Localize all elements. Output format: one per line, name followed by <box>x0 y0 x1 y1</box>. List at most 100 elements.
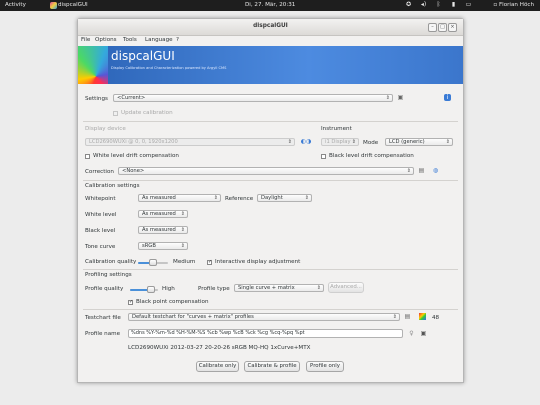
black-point-label: Black point compensation <box>136 299 209 305</box>
display-icon[interactable]: ▭ <box>465 1 472 9</box>
maximize-button[interactable]: □ <box>438 23 447 32</box>
black-drift-label: Black level drift compensation <box>329 153 414 159</box>
app-icon <box>50 2 57 9</box>
accessibility-icon[interactable]: ✪ <box>405 1 412 9</box>
chevron-updown-icon: ⇕ <box>316 285 321 291</box>
profile-name-label: Profile name <box>85 331 121 337</box>
activities-button[interactable]: Activity <box>5 2 26 8</box>
black-point-checkbox[interactable]: ✓ <box>128 300 133 305</box>
white-drift-checkbox[interactable] <box>85 154 90 159</box>
separator <box>83 121 458 122</box>
profile-name-input[interactable]: %dns %Y-%m-%d %H-%M-%S %cb %wp %cB %ck %… <box>128 329 403 338</box>
banner-title: dispcalGUI <box>111 49 175 63</box>
tone-curve-select[interactable]: sRGB ⇕ <box>138 242 188 250</box>
testchart-editor-icon[interactable] <box>419 313 426 320</box>
clock[interactable]: Di, 27. Mär, 20:31 <box>245 2 295 8</box>
chevron-updown-icon: ⇕ <box>351 139 356 145</box>
lightbulb-icon[interactable]: ♀ <box>408 330 415 337</box>
correction-select[interactable]: <None> ⇕ <box>118 167 414 175</box>
display-device-select[interactable]: LCD2690WUXi @ 0, 0, 1920x1200 ⇕ <box>85 138 295 146</box>
profile-quality-handle[interactable] <box>147 286 155 293</box>
black-drift-checkbox[interactable] <box>321 154 326 159</box>
app-menu[interactable]: dispcalGUI <box>58 2 88 8</box>
white-level-value: As measured <box>142 211 176 217</box>
volume-icon[interactable]: ◂) <box>420 1 427 9</box>
profile-quality-value: High <box>162 286 175 292</box>
user-menu[interactable]: ▫ Florian Höch <box>493 2 534 8</box>
update-calibration-checkbox[interactable] <box>113 111 118 116</box>
instrument-value: i1 Display <box>325 139 351 145</box>
patch-count: 48 <box>432 315 440 321</box>
chevron-updown-icon: ⇕ <box>213 195 218 201</box>
mode-value: LCD (generic) <box>389 139 425 145</box>
menu-tools[interactable]: Tools <box>123 37 137 43</box>
whitepoint-value: As measured <box>142 195 176 201</box>
interactive-adjustment-label: Interactive display adjustment <box>215 259 301 265</box>
minimize-button[interactable]: – <box>428 23 437 32</box>
reference-select[interactable]: Daylight ⇕ <box>257 194 312 202</box>
battery-icon[interactable]: ▮ <box>450 1 457 9</box>
folder-icon[interactable]: ▤ <box>418 167 425 174</box>
save-icon[interactable]: ▣ <box>397 94 404 101</box>
chevron-updown-icon: ⇕ <box>287 139 292 145</box>
advanced-button[interactable]: Advanced... <box>328 282 364 293</box>
download-icon[interactable]: ◍ <box>432 167 439 174</box>
mode-select[interactable]: LCD (generic) ⇕ <box>385 138 453 146</box>
separator <box>83 180 458 181</box>
calibration-quality-handle[interactable] <box>149 259 157 266</box>
menu-help[interactable]: ? <box>176 37 179 43</box>
menu-bar: File Options Tools Language ? <box>78 36 463 45</box>
folder-icon[interactable]: ▤ <box>404 313 411 320</box>
identify-displays-icon[interactable]: ◐◑ <box>300 138 312 145</box>
profile-quality-slider[interactable] <box>130 286 158 293</box>
close-button[interactable]: × <box>448 23 457 32</box>
black-level-select[interactable]: As measured ⇕ <box>138 226 188 234</box>
black-level-value: As measured <box>142 227 176 233</box>
title-bar[interactable]: dispcalGUI – □ × <box>78 19 463 36</box>
white-level-label: White level <box>85 212 117 218</box>
whitepoint-label: Whitepoint <box>85 196 116 202</box>
separator <box>83 309 458 310</box>
correction-label: Correction <box>85 169 114 175</box>
white-drift-label: White level drift compensation <box>93 153 179 159</box>
calibration-quality-slider[interactable] <box>138 259 168 266</box>
instrument-select[interactable]: i1 Display ⇕ <box>321 138 359 146</box>
bluetooth-icon[interactable]: ᛒ <box>435 1 442 9</box>
calibration-quality-label: Calibration quality <box>85 259 137 265</box>
menu-language[interactable]: Language <box>145 37 173 43</box>
window-title: dispcalGUI <box>253 23 288 29</box>
settings-value: <Current> <box>117 95 146 101</box>
dispcalgui-logo <box>78 46 108 84</box>
header-banner: dispcalGUI Display Calibration and Chara… <box>78 46 463 84</box>
reference-label: Reference <box>225 196 254 202</box>
testchart-select[interactable]: Default testchart for "curves + matrix" … <box>128 313 400 321</box>
info-icon[interactable]: i <box>444 94 451 101</box>
top-bar: Activity dispcalGUI Di, 27. Mär, 20:31 ✪… <box>0 0 540 11</box>
dispcalgui-window: dispcalGUI – □ × File Options Tools Lang… <box>77 18 464 383</box>
white-level-select[interactable]: As measured ⇕ <box>138 210 188 218</box>
profile-type-select[interactable]: Single curve + matrix ⇕ <box>234 284 324 292</box>
reference-value: Daylight <box>261 195 283 201</box>
menu-options[interactable]: Options <box>95 37 117 43</box>
calibrate-only-button[interactable]: Calibrate only <box>196 361 239 372</box>
profile-name-preview: LCD2690WUXi 2012-03-27 20-20-26 sRGB MQ-… <box>128 345 311 351</box>
calibrate-profile-button[interactable]: Calibrate & profile <box>244 361 300 372</box>
calibration-settings-heading: Calibration settings <box>85 183 140 189</box>
mode-label: Mode <box>363 140 379 146</box>
banner-subtitle: Display Calibration and Characterization… <box>111 66 227 70</box>
save-icon[interactable]: ▣ <box>420 330 427 337</box>
testchart-value: Default testchart for "curves + matrix" … <box>132 314 254 320</box>
chevron-updown-icon: ⇕ <box>180 211 185 217</box>
chevron-updown-icon: ⇕ <box>304 195 309 201</box>
whitepoint-select[interactable]: As measured ⇕ <box>138 194 221 202</box>
tone-curve-value: sRGB <box>142 243 156 249</box>
menu-file[interactable]: File <box>81 37 90 43</box>
settings-select[interactable]: <Current> ⇕ <box>113 94 393 102</box>
display-device-value: LCD2690WUXi @ 0, 0, 1920x1200 <box>89 139 178 145</box>
profile-only-button[interactable]: Profile only <box>306 361 344 372</box>
interactive-adjustment-checkbox[interactable]: ✓ <box>207 260 212 265</box>
calibration-quality-value: Medium <box>173 259 196 265</box>
profiling-settings-heading: Profiling settings <box>85 272 132 278</box>
separator <box>83 269 458 270</box>
chevron-updown-icon: ⇕ <box>406 168 411 174</box>
